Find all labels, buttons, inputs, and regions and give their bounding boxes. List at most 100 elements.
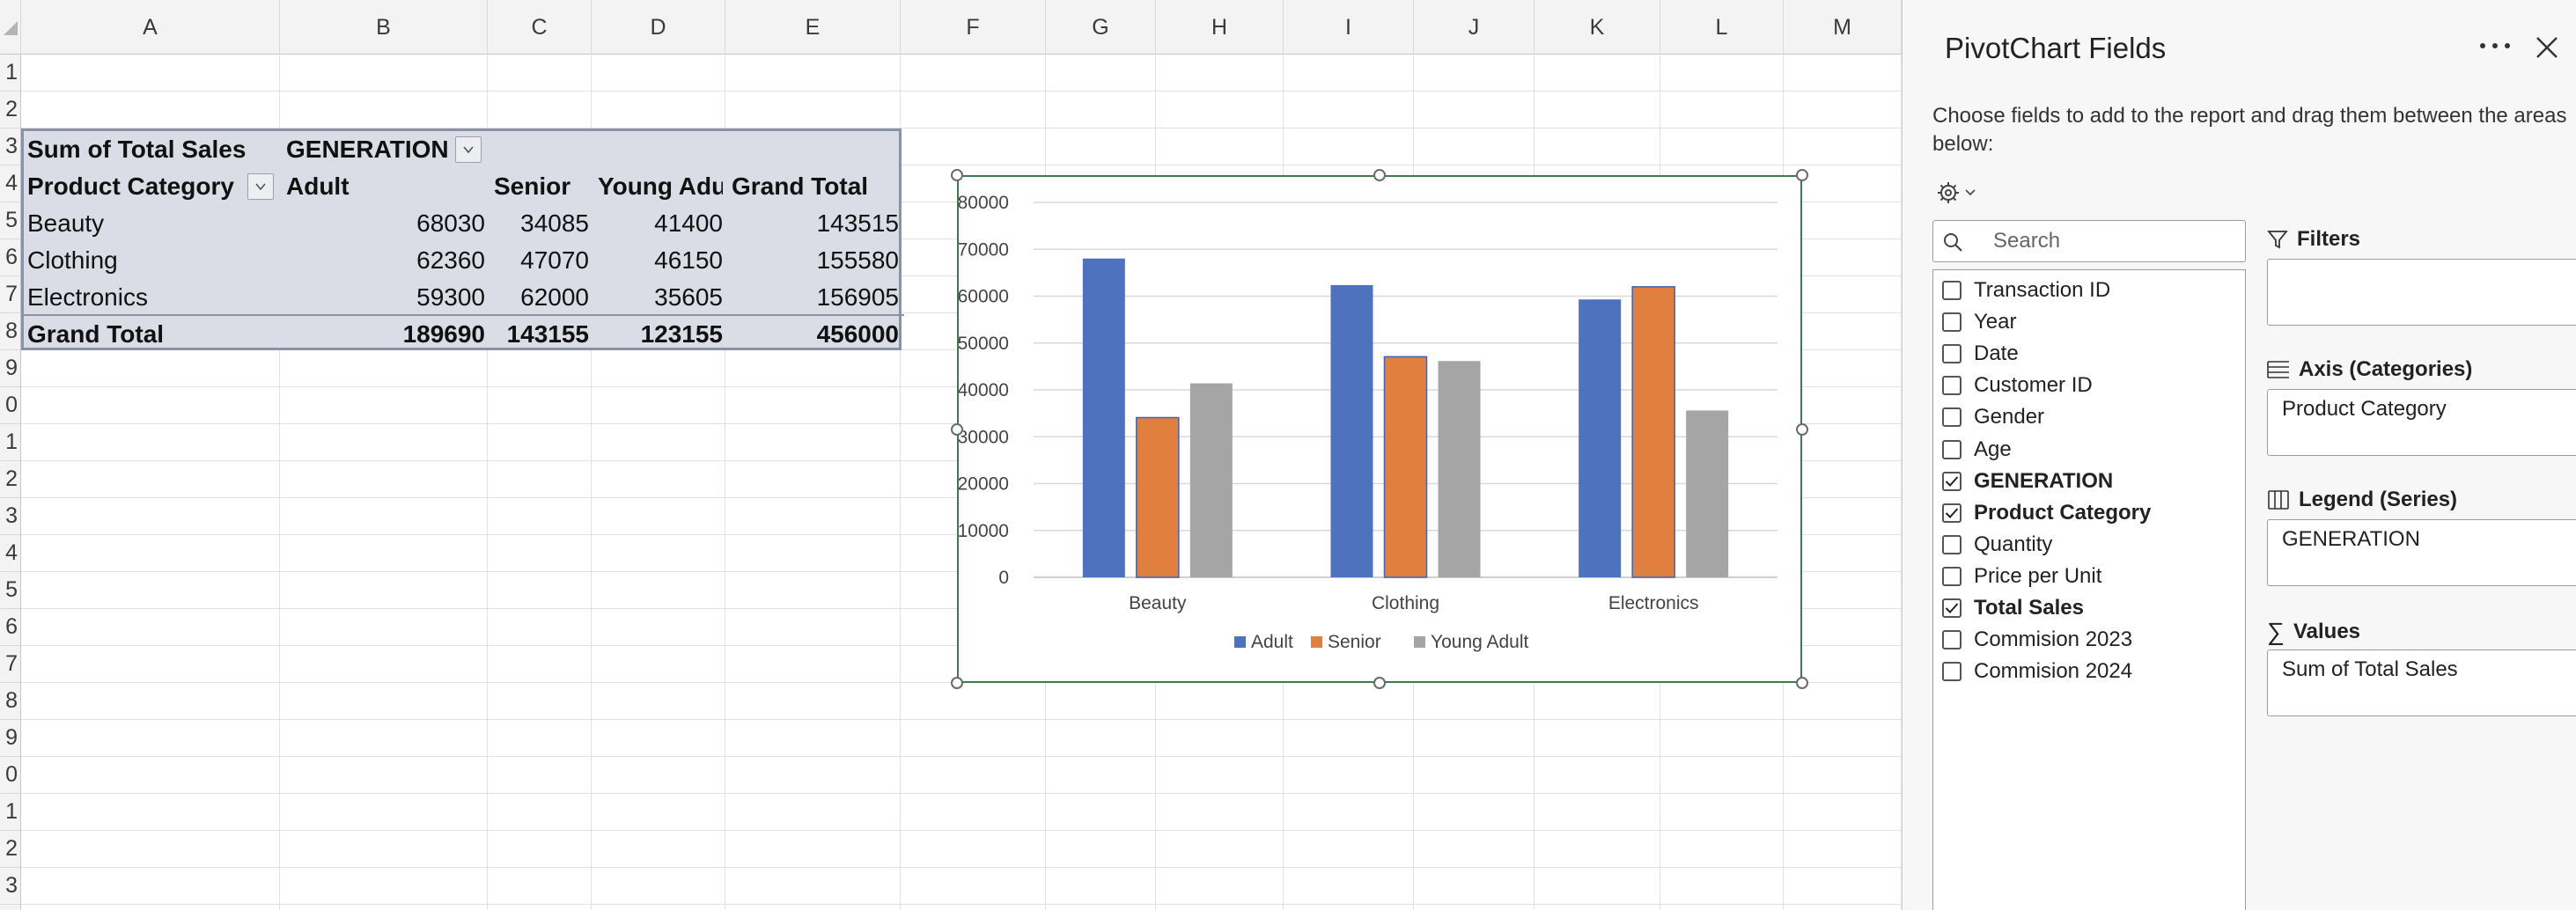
field-checkbox[interactable] [1942, 534, 1961, 554]
pivot-grand-total-cell[interactable]: 189690 [286, 316, 485, 353]
column-header-g[interactable]: G [1046, 0, 1156, 55]
row-header[interactable]: 5 [0, 572, 20, 609]
row-header[interactable]: 6 [0, 609, 20, 646]
select-all-corner[interactable] [0, 0, 21, 55]
row-header[interactable]: 2 [0, 461, 20, 498]
pivot-row-label[interactable]: Clothing [27, 242, 277, 279]
pivot-column-header[interactable]: Senior [494, 168, 589, 205]
field-checkbox[interactable] [1942, 407, 1961, 428]
bar-senior-beauty[interactable] [1136, 416, 1180, 578]
field-checkbox[interactable] [1942, 376, 1961, 396]
field-checkbox[interactable] [1942, 312, 1961, 333]
bar-young-adult-clothing[interactable] [1438, 361, 1481, 577]
row-header[interactable]: 2 [0, 831, 20, 868]
field-checkbox[interactable] [1942, 281, 1961, 300]
field-settings-button[interactable] [1936, 176, 1989, 209]
field-item-total-sales[interactable]: Total Sales [1942, 593, 2084, 623]
column-header-a[interactable]: A [21, 0, 280, 55]
pivot-value-cell[interactable]: 59300 [286, 279, 485, 316]
field-item-year[interactable]: Year [1942, 307, 2017, 337]
row-header[interactable]: 9 [0, 350, 20, 387]
chart-resize-handle[interactable] [1796, 169, 1808, 181]
pivot-value-cell[interactable]: 34085 [494, 205, 589, 242]
pivot-row-field-label[interactable]: Product Category [27, 168, 242, 205]
column-header-f[interactable]: F [901, 0, 1046, 55]
field-checkbox[interactable] [1942, 471, 1961, 491]
field-checkbox[interactable] [1942, 662, 1961, 682]
pivot-value-cell[interactable]: 62360 [286, 242, 485, 279]
row-header[interactable]: 3 [0, 498, 20, 535]
legend-label[interactable]: Senior [1328, 632, 1381, 652]
field-item-price-per-unit[interactable]: Price per Unit [1942, 561, 2101, 591]
row-header[interactable]: 1 [0, 424, 20, 461]
field-item-age[interactable]: Age [1942, 435, 2012, 465]
generation-filter-button[interactable] [455, 136, 482, 163]
field-item-customer-id[interactable]: Customer ID [1942, 371, 2093, 400]
row-header[interactable]: 4 [0, 535, 20, 572]
column-header-k[interactable]: K [1535, 0, 1660, 55]
field-item-generation[interactable]: GENERATION [1942, 466, 2113, 496]
row-header[interactable]: 3 [0, 868, 20, 905]
chart-resize-handle[interactable] [951, 422, 963, 436]
pivot-value-cell[interactable]: 156905 [732, 279, 899, 316]
chart-resize-handle[interactable] [1796, 677, 1808, 689]
column-header-m[interactable]: M [1784, 0, 1902, 55]
row-header[interactable]: 1 [0, 794, 20, 831]
row-header[interactable]: 7 [0, 646, 20, 683]
legend-label[interactable]: Young Adult [1431, 632, 1529, 652]
pivot-value-cell[interactable]: 47070 [494, 242, 589, 279]
pivot-grand-total-label[interactable]: Grand Total [27, 316, 277, 353]
legend-item-generation[interactable]: GENERATION [2282, 527, 2420, 552]
pivot-value-cell[interactable]: 35605 [598, 279, 723, 316]
row-header[interactable]: 6 [0, 239, 20, 276]
bar-adult-clothing[interactable] [1330, 284, 1373, 577]
chart-plot-area[interactable]: 80000 70000 60000 50000 40000 30000 20000 10000… [959, 177, 1800, 681]
field-item-transaction-id[interactable]: Transaction ID [1942, 275, 2110, 305]
more-options-button[interactable] [2473, 30, 2517, 62]
pivot-column-field-label[interactable]: GENERATION [286, 131, 450, 168]
field-item-commision-2024[interactable]: Commision 2024 [1942, 657, 2132, 686]
field-item-date[interactable]: Date [1942, 339, 2019, 369]
field-search-box[interactable] [1932, 220, 2246, 262]
pivot-value-cell[interactable]: 143515 [732, 205, 899, 242]
field-item-commision-2023[interactable]: Commision 2023 [1942, 625, 2132, 655]
pivot-row-label[interactable]: Beauty [27, 205, 277, 242]
chart-resize-handle[interactable] [1373, 169, 1386, 181]
pivot-values-label[interactable]: Sum of Total Sales [27, 131, 277, 168]
values-item-sum-total-sales[interactable]: Sum of Total Sales [2282, 657, 2458, 682]
pivot-grand-total-cell[interactable]: 456000 [732, 316, 899, 353]
pivot-value-cell[interactable]: 68030 [286, 205, 485, 242]
legend-drop-zone[interactable]: GENERATION [2267, 519, 2576, 586]
bar-senior-clothing[interactable] [1383, 356, 1428, 578]
column-header-b[interactable]: B [280, 0, 488, 55]
row-header[interactable]: 8 [0, 313, 20, 350]
column-header-h[interactable]: H [1156, 0, 1284, 55]
pivot-value-cell[interactable]: 62000 [494, 279, 589, 316]
field-item-quantity[interactable]: Quantity [1942, 530, 2052, 560]
row-header[interactable]: 1 [0, 55, 20, 92]
bar-senior-electronics[interactable] [1631, 286, 1675, 578]
pivot-row-label[interactable]: Electronics [27, 279, 277, 316]
filters-drop-zone[interactable] [2267, 259, 2576, 326]
row-header[interactable]: 8 [0, 683, 20, 720]
close-pane-button[interactable] [2529, 30, 2565, 65]
row-header[interactable]: 4 [0, 165, 20, 202]
field-list[interactable]: Transaction ID Year Date Customer ID Gender A… [1932, 269, 2246, 910]
pivot-column-header[interactable]: Grand Total [732, 168, 899, 205]
field-checkbox[interactable] [1942, 344, 1961, 364]
axis-item-product-category[interactable]: Product Category [2282, 397, 2447, 422]
pivot-table[interactable]: Sum of Total Sales GENERATION Product Cate… [21, 128, 904, 353]
field-checkbox[interactable] [1942, 598, 1961, 618]
pivot-column-header[interactable]: Adult [286, 168, 485, 205]
column-header-c[interactable]: C [488, 0, 592, 55]
row-header[interactable]: 7 [0, 276, 20, 313]
pivot-chart[interactable]: 80000 70000 60000 50000 40000 30000 20000 10000… [951, 169, 1808, 689]
pivot-value-cell[interactable]: 46150 [598, 242, 723, 279]
pivot-column-header[interactable]: Young Adult [598, 168, 723, 205]
bar-young-adult-beauty[interactable] [1189, 383, 1233, 577]
column-header-l[interactable]: L [1660, 0, 1784, 55]
legend-label[interactable]: Adult [1251, 632, 1293, 652]
field-item-product-category[interactable]: Product Category [1942, 498, 2151, 528]
chart-resize-handle[interactable] [1796, 422, 1808, 436]
field-checkbox[interactable] [1942, 566, 1961, 586]
